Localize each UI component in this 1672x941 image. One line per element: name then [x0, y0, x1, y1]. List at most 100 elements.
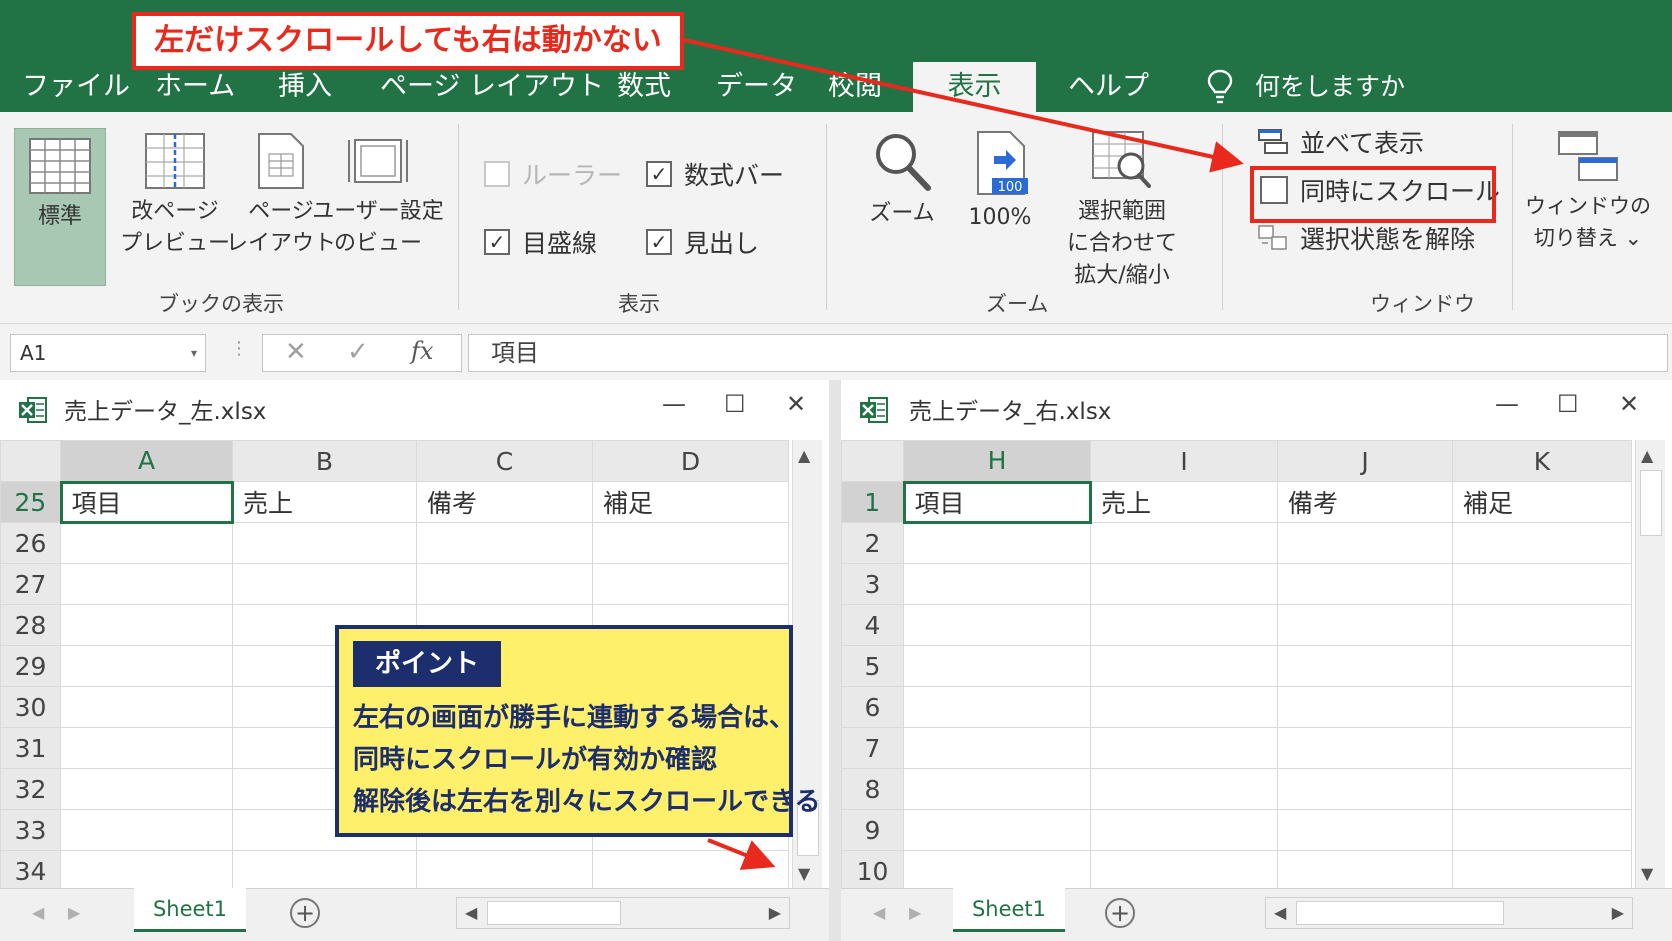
cell[interactable] [903, 645, 1091, 687]
cell[interactable] [1277, 522, 1453, 564]
maximize-icon[interactable]: ☐ [724, 390, 746, 418]
cell-c25[interactable]: 備考 [416, 481, 593, 523]
row-header[interactable]: 7 [841, 727, 904, 769]
cell[interactable] [60, 563, 233, 605]
row-header[interactable]: 1 [841, 481, 905, 523]
cell[interactable] [1452, 850, 1632, 892]
zoom-100-button[interactable]: 100 100% [954, 130, 1046, 234]
row-header[interactable]: 9 [841, 809, 904, 851]
cell[interactable] [1090, 727, 1278, 769]
custom-views-button[interactable]: ユーザー設定 のビュー [312, 132, 444, 260]
cell[interactable] [60, 727, 233, 769]
cell[interactable] [903, 686, 1091, 728]
add-sheet-icon[interactable]: + [1105, 898, 1135, 928]
row-header[interactable]: 27 [0, 563, 61, 605]
row-header[interactable]: 29 [0, 645, 61, 687]
cell[interactable] [903, 522, 1091, 564]
cell[interactable] [1452, 686, 1632, 728]
row-header[interactable]: 26 [0, 522, 61, 564]
reset-window-position-button[interactable]: 選択状態を解除 [1258, 220, 1475, 256]
sheet-nav-left-icon[interactable]: ◀ [32, 903, 44, 922]
cell[interactable] [60, 522, 233, 564]
left-vertical-scrollbar[interactable]: ▲ ▼ [792, 440, 822, 888]
view-side-by-side-button[interactable]: 並べて表示 [1258, 124, 1424, 160]
page-break-preview-button[interactable]: 改ページ プレビュー [116, 132, 234, 260]
scroll-up-icon[interactable]: ▲ [1641, 446, 1653, 465]
tell-me-search[interactable]: 何をしますか [1255, 62, 1405, 112]
cell[interactable] [1452, 522, 1632, 564]
cell[interactable] [60, 768, 233, 810]
cancel-icon[interactable]: ✕ [285, 337, 307, 367]
cell[interactable] [1277, 604, 1453, 646]
gridlines-checkbox[interactable]: ✓ 目盛線 [484, 224, 597, 260]
formula-input[interactable]: 項目 [468, 334, 1668, 372]
cell[interactable] [903, 563, 1091, 605]
scroll-down-icon[interactable]: ▼ [1641, 864, 1653, 883]
cell[interactable] [416, 850, 593, 892]
scroll-right-icon[interactable]: ▶ [769, 903, 781, 922]
scroll-right-icon[interactable]: ▶ [1612, 903, 1624, 922]
cell[interactable] [416, 563, 593, 605]
cell[interactable] [903, 809, 1091, 851]
add-sheet-icon[interactable]: + [290, 898, 320, 928]
cell-b25[interactable]: 売上 [232, 481, 417, 523]
cell[interactable] [60, 645, 233, 687]
row-header[interactable]: 25 [0, 481, 62, 523]
tab-view[interactable]: 表示 [913, 62, 1036, 112]
row-header[interactable]: 3 [841, 563, 904, 605]
left-horizontal-scrollbar[interactable]: ◀ ▶ [456, 897, 790, 929]
scroll-down-icon[interactable]: ▼ [798, 864, 810, 883]
right-horizontal-scrollbar[interactable]: ◀ ▶ [1265, 897, 1633, 929]
cell[interactable] [1090, 563, 1278, 605]
right-vertical-scrollbar[interactable]: ▲ ▼ [1635, 440, 1665, 888]
chevron-down-icon[interactable]: ▾ [191, 335, 197, 371]
row-header[interactable]: 10 [841, 850, 904, 892]
column-header[interactable]: J [1277, 440, 1453, 482]
row-header[interactable]: 31 [0, 727, 61, 769]
sheet-nav-right-icon[interactable]: ▶ [68, 903, 80, 922]
scroll-left-icon[interactable]: ◀ [1274, 903, 1286, 922]
select-all-corner[interactable] [0, 440, 61, 482]
cell[interactable] [1090, 604, 1278, 646]
maximize-icon[interactable]: ☐ [1557, 390, 1579, 418]
cell[interactable] [1452, 809, 1632, 851]
formula-bar-checkbox[interactable]: ✓ 数式バー [646, 156, 784, 192]
scroll-left-icon[interactable]: ◀ [465, 903, 477, 922]
sheet-nav-right-icon[interactable]: ▶ [909, 903, 921, 922]
cell[interactable] [1452, 604, 1632, 646]
minimize-icon[interactable]: — [1495, 390, 1519, 418]
cell[interactable] [232, 522, 417, 564]
sheet-tab-sheet1[interactable]: Sheet1 [134, 888, 246, 932]
cell[interactable] [592, 563, 789, 605]
cell-h1[interactable]: 項目 [902, 480, 1092, 524]
cell[interactable] [592, 522, 789, 564]
row-header[interactable]: 8 [841, 768, 904, 810]
cell[interactable] [60, 809, 233, 851]
row-header[interactable]: 4 [841, 604, 904, 646]
cell[interactable] [1277, 727, 1453, 769]
row-header[interactable]: 33 [0, 809, 61, 851]
sheet-nav-left-icon[interactable]: ◀ [873, 903, 885, 922]
cell[interactable] [1277, 850, 1453, 892]
select-all-corner[interactable] [841, 440, 904, 482]
row-header[interactable]: 5 [841, 645, 904, 687]
column-header[interactable]: H [903, 440, 1091, 483]
right-vscroll-thumb[interactable] [1640, 470, 1662, 536]
name-box[interactable]: A1 ▾ [10, 334, 206, 372]
cell[interactable] [903, 727, 1091, 769]
enter-icon[interactable]: ✓ [347, 337, 369, 367]
ruler-checkbox[interactable]: ルーラー [484, 156, 622, 192]
cell-d25[interactable]: 補足 [592, 481, 789, 523]
cell[interactable] [1452, 727, 1632, 769]
cell[interactable] [1277, 686, 1453, 728]
cell[interactable] [1452, 563, 1632, 605]
tab-review[interactable]: 校閲 [828, 62, 882, 112]
cell[interactable] [903, 850, 1091, 892]
cell[interactable] [60, 686, 233, 728]
cell[interactable] [416, 522, 593, 564]
cell[interactable] [60, 850, 233, 892]
minimize-icon[interactable]: — [662, 390, 686, 418]
row-header[interactable]: 28 [0, 604, 61, 646]
row-header[interactable]: 32 [0, 768, 61, 810]
column-header[interactable]: B [232, 440, 417, 482]
